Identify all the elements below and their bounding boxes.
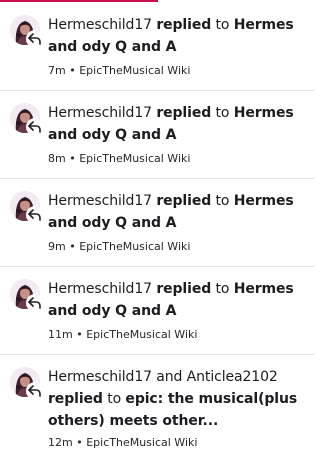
notification-item[interactable]: Hermeschild17 replied to Hermes and ody … [0,102,314,170]
reply-arrow-icon [26,206,44,224]
avatar[interactable] [10,103,44,137]
action-verb: replied [156,281,212,297]
divider [0,266,314,267]
wiki-name: EpicTheMusical Wiki [86,436,198,449]
reply-arrow-icon [26,30,44,48]
timestamp: 8m [48,152,66,165]
divider [0,178,314,179]
timestamp: 11m [48,328,73,341]
connector-text: to [215,281,230,297]
actor-name: Hermeschild17 [48,105,152,121]
avatar[interactable] [10,15,44,49]
notification-item[interactable]: Hermeschild17 replied to Hermes and ody … [0,190,314,258]
notification-text: Hermeschild17 replied to Hermes and ody … [48,190,310,234]
connector-text: to [215,105,230,121]
reply-arrow-icon [26,382,44,400]
connector-text: to [215,17,230,33]
actor-name: Hermeschild17 [48,281,152,297]
action-verb: replied [156,193,212,209]
notification-meta: 8m • EpicTheMusical Wiki [48,152,190,166]
notification-text: Hermeschild17 replied to Hermes and ody … [48,102,310,146]
action-verb: replied [156,105,212,121]
avatar[interactable] [10,367,44,401]
connector-text: to [215,193,230,209]
notification-meta: 12m • EpicTheMusical Wiki [48,436,197,450]
notification-meta: 9m • EpicTheMusical Wiki [48,240,190,254]
wiki-name: EpicTheMusical Wiki [79,64,191,77]
meta-separator: • [76,328,83,341]
actor-name: Hermeschild17 and Anticlea2102 [48,369,278,385]
meta-separator: • [76,436,83,449]
notification-meta: 11m • EpicTheMusical Wiki [48,328,197,342]
meta-separator: • [69,240,76,253]
avatar[interactable] [10,279,44,313]
notification-item[interactable]: Hermeschild17 replied to Hermes and ody … [0,14,314,82]
actor-name: Hermeschild17 [48,17,152,33]
wiki-name: EpicTheMusical Wiki [86,328,198,341]
notification-text: Hermeschild17 and Anticlea2102 replied t… [48,366,298,432]
divider [0,90,314,91]
wiki-name: EpicTheMusical Wiki [79,240,191,253]
notification-item[interactable]: Hermeschild17 replied to Hermes and ody … [0,278,314,346]
reply-arrow-icon [26,294,44,312]
reply-arrow-icon [26,118,44,136]
timestamp: 7m [48,64,66,77]
active-tab-indicator [0,0,158,2]
divider [0,354,314,355]
meta-separator: • [69,152,76,165]
actor-name: Hermeschild17 [48,193,152,209]
timestamp: 9m [48,240,66,253]
timestamp: 12m [48,436,73,449]
action-verb: replied [156,17,212,33]
avatar[interactable] [10,191,44,225]
notification-meta: 7m • EpicTheMusical Wiki [48,64,190,78]
meta-separator: • [69,64,76,77]
wiki-name: EpicTheMusical Wiki [79,152,191,165]
connector-text: to [107,391,122,407]
action-verb: replied [48,391,103,407]
notification-item[interactable]: Hermeschild17 and Anticlea2102 replied t… [0,366,314,449]
notification-text: Hermeschild17 replied to Hermes and ody … [48,14,310,58]
notification-text: Hermeschild17 replied to Hermes and ody … [48,278,310,322]
